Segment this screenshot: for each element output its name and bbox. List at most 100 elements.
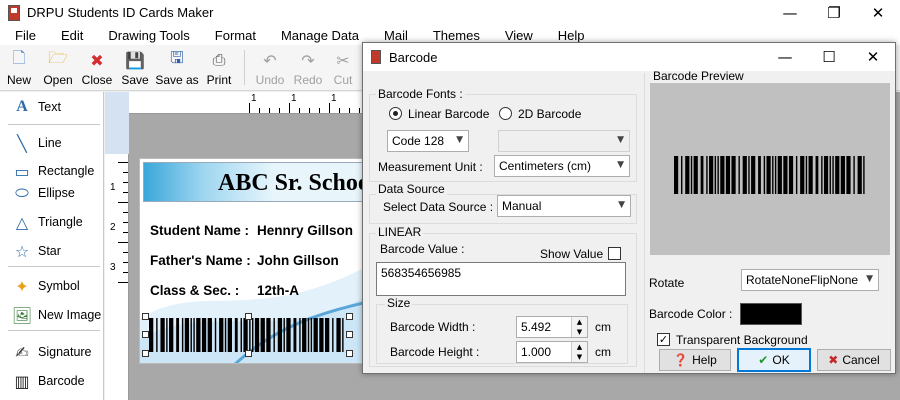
print-button[interactable]: ⎙ Print <box>200 45 238 90</box>
tool-barcode[interactable]: ▥ Barcode <box>10 371 84 391</box>
tool-line[interactable]: ╲ Line <box>10 133 61 153</box>
scissors-icon: ✂ <box>336 50 350 70</box>
tool-new-image[interactable]: 🖼 New Image <box>10 305 101 325</box>
barcode-bar <box>283 318 285 352</box>
dialog-maximize-button[interactable]: ☐ <box>807 43 851 71</box>
dialog-minimize-button[interactable]: — <box>763 43 807 71</box>
open-button[interactable]: 🗁 Open <box>38 45 78 90</box>
save-button[interactable]: 💾 Save <box>116 45 154 90</box>
barcode-bar <box>286 318 291 352</box>
tool-star[interactable]: ☆ Star <box>10 241 61 261</box>
linear-barcode-radio[interactable] <box>389 107 402 120</box>
help-button[interactable]: ❓ Help <box>659 349 731 371</box>
size-group-label: Size <box>385 296 413 310</box>
menu-drawing-tools[interactable]: Drawing Tools <box>93 28 199 43</box>
save-button-label: Save <box>121 73 149 87</box>
print-button-label: Print <box>206 73 232 87</box>
barcode-bar <box>190 318 192 352</box>
show-value-checkbox[interactable] <box>608 247 621 260</box>
barcode-color-swatch[interactable] <box>740 303 802 325</box>
barcode-bar <box>742 156 747 194</box>
symbology-select[interactable]: Code 128 ▼ <box>387 130 469 152</box>
undo-button[interactable]: ↶ Undo <box>251 45 289 90</box>
barcode-bar <box>805 156 808 194</box>
spin-up-icon[interactable]: ▲ <box>571 342 587 352</box>
resize-handle[interactable] <box>245 313 252 320</box>
new-button[interactable]: 🗋 New <box>0 45 38 90</box>
transparent-background-checkbox[interactable]: ✓ <box>657 333 670 346</box>
barcode-height-stepper[interactable]: 1.000 ▲ ▼ <box>516 341 588 363</box>
resize-handle[interactable] <box>142 313 149 320</box>
menu-manage-data[interactable]: Manage Data <box>266 28 369 43</box>
cancel-button[interactable]: ✖ Cancel <box>817 349 891 371</box>
menu-themes[interactable]: Themes <box>418 28 490 43</box>
redo-button[interactable]: ↷ Redo <box>289 45 327 90</box>
tool-ellipse[interactable]: ⬭ Ellipse <box>10 183 75 203</box>
minimize-button[interactable]: — <box>768 0 812 25</box>
barcode-bar <box>808 156 813 194</box>
resize-handle[interactable] <box>346 350 353 357</box>
text-tool-icon: A <box>16 98 28 115</box>
barcode-bar <box>777 156 782 194</box>
close-window-button[interactable]: ✕ <box>856 0 900 25</box>
spin-down-icon[interactable]: ▼ <box>571 327 587 337</box>
line-tool-icon: ╲ <box>17 133 27 153</box>
chevron-down-icon: ▼ <box>456 135 463 145</box>
menu-file[interactable]: File <box>0 28 46 43</box>
menu-edit[interactable]: Edit <box>46 28 93 43</box>
data-source-select[interactable]: Manual ▼ <box>497 195 631 217</box>
rotate-select[interactable]: RotateNoneFlipNone ▼ <box>741 269 879 291</box>
resize-handle[interactable] <box>346 313 353 320</box>
barcode-bar <box>788 156 794 194</box>
card-barcode[interactable] <box>142 313 353 357</box>
menu-help[interactable]: Help <box>543 28 595 43</box>
ruler-label: 3 <box>110 262 116 273</box>
barcode-width-label: Barcode Width : <box>390 320 476 334</box>
tool-text[interactable]: A Text <box>10 97 61 117</box>
measurement-unit-value: Centimeters (cm) <box>499 159 592 173</box>
barcode-bar <box>821 156 823 194</box>
resize-handle[interactable] <box>346 331 353 338</box>
spin-down-icon[interactable]: ▼ <box>571 352 587 362</box>
menu-mail[interactable]: Mail <box>369 28 418 43</box>
barcode-bar <box>166 318 168 352</box>
tool-symbol[interactable]: ✦ Symbol <box>10 276 79 296</box>
barcode-fonts-label: Barcode Fonts : <box>376 87 465 101</box>
tool-ellipse-label: Ellipse <box>38 186 75 200</box>
close-button[interactable]: ✖ Close <box>78 45 116 90</box>
save-as-button[interactable]: 🖫 Save as <box>154 45 200 90</box>
ruler-label: 1 <box>110 182 116 193</box>
restore-button[interactable]: ❐ <box>812 0 856 25</box>
barcode-bar <box>674 156 679 194</box>
2d-barcode-radio[interactable] <box>499 107 512 120</box>
barcode-value-input[interactable]: 568354656985 <box>376 262 626 296</box>
cut-button[interactable]: ✂ Cut <box>327 45 359 90</box>
resize-handle[interactable] <box>245 350 252 357</box>
triangle-tool-icon: △ <box>15 212 29 232</box>
barcode-width-stepper[interactable]: 5.492 ▲ ▼ <box>516 316 588 338</box>
tool-signature[interactable]: ✍ Signature <box>10 342 91 362</box>
resize-handle[interactable] <box>142 331 149 338</box>
design-canvas[interactable]: 1 1 1 1 2 3 ABC Sr. Schoo Student Name:… <box>105 92 367 400</box>
panel-divider <box>8 266 100 267</box>
card-field-value: John Gillson <box>257 253 339 268</box>
barcode-bar <box>240 318 242 352</box>
tool-rectangle[interactable]: ▭ Rectangle <box>10 161 94 181</box>
height-unit-label: cm <box>595 345 611 359</box>
barcode-bar <box>714 156 717 194</box>
barcode-bar <box>193 318 195 352</box>
barcode-bar <box>857 156 862 194</box>
barcode-bar <box>310 318 313 352</box>
measurement-unit-select[interactable]: Centimeters (cm) ▼ <box>494 155 630 177</box>
barcode-bar <box>800 156 805 194</box>
barcode-bar <box>774 156 777 194</box>
tool-triangle[interactable]: △ Triangle <box>10 212 83 232</box>
barcode-bar <box>336 318 341 352</box>
spin-up-icon[interactable]: ▲ <box>571 317 587 327</box>
cancel-button-label: Cancel <box>842 353 880 367</box>
menu-view[interactable]: View <box>490 28 543 43</box>
ok-button[interactable]: ✔ OK <box>737 348 811 372</box>
resize-handle[interactable] <box>142 350 149 357</box>
dialog-close-button[interactable]: ✕ <box>851 43 895 71</box>
menu-format[interactable]: Format <box>200 28 266 43</box>
